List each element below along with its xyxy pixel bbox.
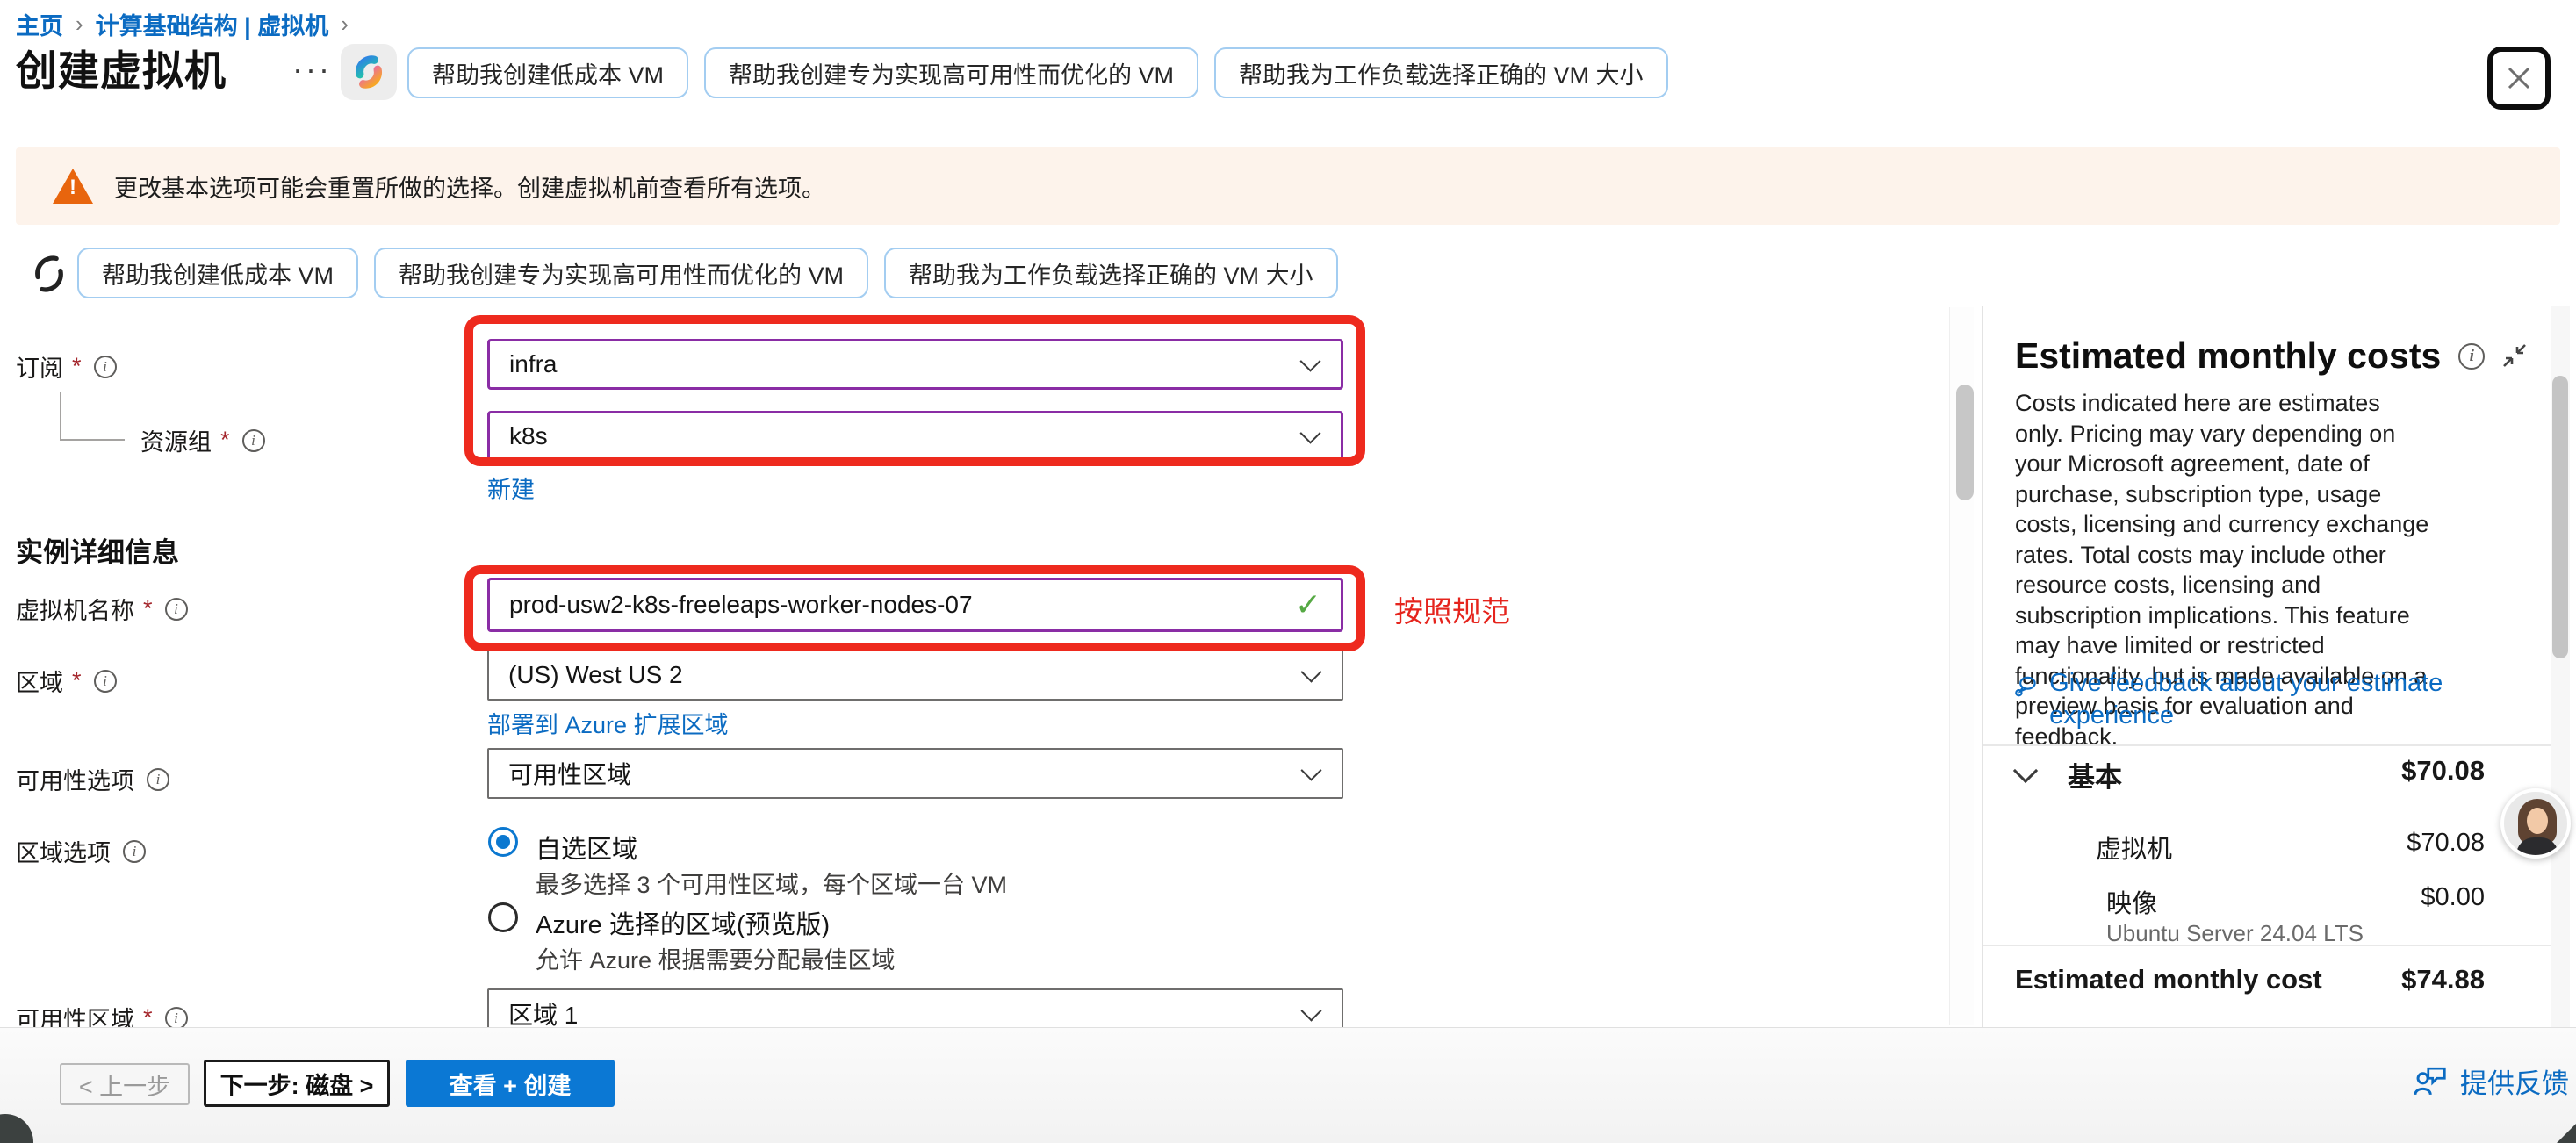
copilot-logo-icon: [349, 53, 388, 91]
copilot-suggestions-inline: 帮助我创建低成本 VM 帮助我创建专为实现高可用性而优化的 VM 帮助我为工作负…: [77, 248, 1338, 298]
warning-banner: ! 更改基本选项可能会重置所做的选择。创建虚拟机前查看所有选项。: [16, 147, 2560, 225]
divider: [1983, 945, 2551, 946]
help-low-cost-vm-button[interactable]: 帮助我创建低成本 VM: [77, 248, 358, 298]
chevron-down-icon: [1300, 662, 1321, 683]
help-vm-size-button[interactable]: 帮助我为工作负载选择正确的 VM 大小: [1214, 47, 1668, 98]
give-feedback-button[interactable]: 提供反馈: [2411, 1061, 2569, 1101]
panel-scrollbar-thumb[interactable]: [2552, 376, 2568, 658]
estimated-costs-panel: Estimated monthly costs i Costs indicate…: [1982, 306, 2576, 1027]
chevron-down-icon: [1300, 1001, 1321, 1022]
divider: [1983, 744, 2551, 746]
breadcrumb-separator-icon: ›: [76, 11, 83, 38]
info-icon[interactable]: i: [147, 768, 169, 791]
previous-step-button[interactable]: < 上一步: [60, 1063, 190, 1105]
help-high-availability-vm-button[interactable]: 帮助我创建专为实现高可用性而优化的 VM: [374, 248, 868, 298]
availability-options-dropdown[interactable]: 可用性区域: [487, 748, 1343, 799]
cost-item-vm-amount: $70.08: [2407, 829, 2485, 858]
copilot-outline-icon: [25, 249, 74, 303]
cost-item-image-label: 映像: [2106, 883, 2157, 920]
wizard-footer: < 上一步 下一步: 磁盘 > 查看 + 创建 提供反馈: [0, 1027, 2576, 1143]
main-scrollbar-thumb[interactable]: [1956, 385, 1974, 500]
cost-group-basic-label: 基本: [2068, 755, 2122, 794]
collapse-panel-icon[interactable]: [2500, 341, 2529, 375]
valid-check-icon: ✓: [1295, 586, 1321, 623]
help-high-availability-vm-button[interactable]: 帮助我创建专为实现高可用性而优化的 VM: [704, 47, 1198, 98]
tree-connector: [60, 439, 125, 441]
more-menu-icon[interactable]: ···: [292, 51, 332, 88]
instance-details-section-title: 实例详细信息: [16, 530, 179, 570]
azure-selected-zone-option-label[interactable]: Azure 选择的区域(预览版): [536, 904, 830, 941]
page-title: 创建虚拟机: [16, 37, 227, 97]
info-icon[interactable]: i: [123, 840, 146, 863]
vm-name-input[interactable]: prod-usw2-k8s-freeleaps-worker-nodes-07 …: [487, 578, 1343, 632]
estimate-feedback-link[interactable]: Give feedback about your estimate experi…: [2013, 667, 2452, 732]
chevron-down-icon: [1299, 423, 1320, 444]
annotation-note: 按照规范: [1394, 588, 1510, 630]
self-selected-zone-radio[interactable]: [488, 827, 518, 857]
vm-name-label: 虚拟机名称* i: [16, 592, 188, 626]
copilot-suggestions-top: 帮助我创建低成本 VM 帮助我创建专为实现高可用性而优化的 VM 帮助我为工作负…: [407, 47, 1668, 98]
region-label: 区域* i: [16, 664, 117, 698]
info-icon[interactable]: i: [94, 670, 117, 693]
next-step-disks-button[interactable]: 下一步: 磁盘 >: [204, 1060, 390, 1107]
decorative-circle: [0, 1114, 33, 1143]
warning-text: 更改基本选项可能会重置所做的选择。创建虚拟机前查看所有选项。: [114, 169, 825, 204]
zone-options-label: 区域选项 i: [16, 834, 146, 868]
breadcrumb-separator-icon: ›: [341, 11, 349, 38]
feedback-bubbles-icon: [2013, 667, 2039, 704]
tree-connector: [60, 392, 61, 441]
region-dropdown[interactable]: (US) West US 2: [487, 650, 1343, 701]
help-vm-size-button[interactable]: 帮助我为工作负载选择正确的 VM 大小: [884, 248, 1338, 298]
help-low-cost-vm-button[interactable]: 帮助我创建低成本 VM: [407, 47, 688, 98]
total-cost-label: Estimated monthly cost: [2015, 964, 2322, 996]
resource-group-dropdown[interactable]: k8s: [487, 411, 1343, 462]
chevron-down-icon[interactable]: [2013, 758, 2038, 783]
cost-item-image-amount: $0.00: [2421, 883, 2485, 912]
chevron-down-icon: [1300, 760, 1321, 781]
self-selected-zone-option-label[interactable]: 自选区域: [536, 829, 637, 866]
user-avatar[interactable]: [2500, 788, 2571, 859]
costs-panel-title: Estimated monthly costs i: [2015, 335, 2485, 377]
create-new-resource-group-link[interactable]: 新建: [487, 471, 535, 505]
close-icon: [2501, 61, 2536, 96]
cost-item-vm-label: 虚拟机: [2096, 829, 2172, 866]
info-icon[interactable]: i: [165, 598, 188, 621]
create-vm-page: 主页 › 计算基础结构 | 虚拟机 › 创建虚拟机 ··· 帮助我创建低成本 V…: [0, 0, 2576, 1143]
resource-group-label: 资源组* i: [140, 423, 265, 457]
info-icon[interactable]: i: [94, 356, 117, 378]
close-button[interactable]: [2487, 47, 2551, 110]
required-asterisk: *: [220, 427, 230, 454]
total-cost-amount: $74.88: [2401, 964, 2485, 996]
required-asterisk: *: [72, 667, 82, 694]
feedback-person-icon: [2411, 1064, 2448, 1099]
subscription-dropdown[interactable]: infra: [487, 339, 1343, 390]
info-icon[interactable]: i: [165, 1007, 188, 1030]
copilot-icon[interactable]: [341, 44, 397, 100]
azure-selected-zone-radio[interactable]: [488, 902, 518, 932]
required-asterisk: *: [143, 595, 153, 622]
availability-options-label: 可用性选项 i: [16, 762, 169, 796]
warning-icon: !: [53, 169, 93, 204]
required-asterisk: *: [72, 353, 82, 380]
azure-selected-zone-option-desc: 允许 Azure 根据需要分配最佳区域: [536, 941, 896, 975]
chevron-down-icon: [1299, 351, 1320, 372]
subscription-label: 订阅* i: [16, 349, 117, 384]
self-selected-zone-option-desc: 最多选择 3 个可用性区域，每个区域一台 VM: [536, 866, 1007, 900]
info-icon[interactable]: i: [2458, 343, 2485, 370]
deploy-extended-zones-link[interactable]: 部署到 Azure 扩展区域: [487, 706, 729, 740]
corner-shape: [2557, 1124, 2576, 1143]
cost-group-basic-amount: $70.08: [2401, 755, 2485, 787]
info-icon[interactable]: i: [242, 429, 265, 452]
review-create-button[interactable]: 查看 + 创建: [406, 1060, 615, 1107]
cost-item-image-subtitle: Ubuntu Server 24.04 LTS: [2106, 920, 2364, 947]
